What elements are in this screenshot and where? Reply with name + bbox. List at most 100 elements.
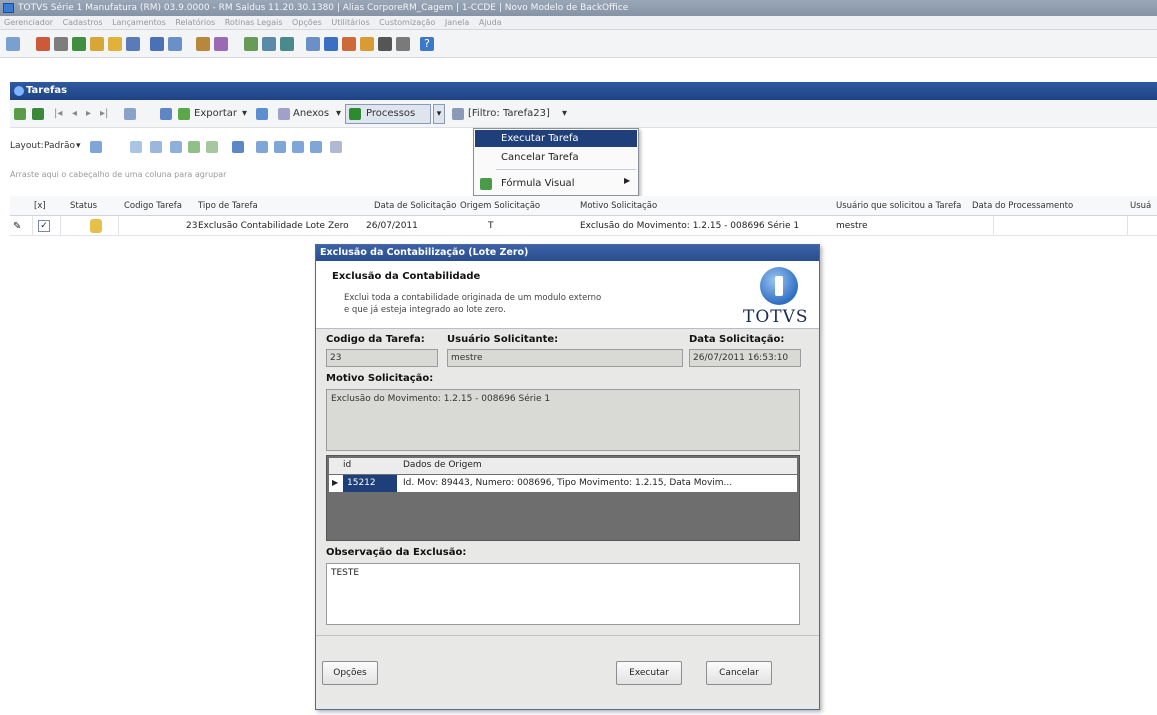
group-by-hint[interactable]: Arraste aqui o cabeçalho de uma coluna p… <box>10 170 226 179</box>
menu-item-utilitarios[interactable]: Utilitários <box>331 18 369 27</box>
usuario-field[interactable]: mestre <box>447 349 683 367</box>
view3-icon[interactable] <box>292 141 304 153</box>
menu-item-lancamentos[interactable]: Lançamentos <box>112 18 166 27</box>
exportar-dropdown-icon[interactable]: ▾ <box>242 108 247 119</box>
origem-row[interactable]: ▶ 15212 Id. Mov: 89443, Numero: 008696, … <box>329 475 797 492</box>
col-origem[interactable]: Origem Solicitação <box>460 201 540 211</box>
motivo-field[interactable]: Exclusão do Movimento: 1.2.15 - 008696 S… <box>326 389 800 451</box>
chart-icon[interactable] <box>168 37 182 51</box>
cut-icon[interactable] <box>36 37 50 51</box>
observacao-field[interactable]: TESTE <box>326 563 800 625</box>
edit-icon[interactable] <box>196 37 210 51</box>
view1-icon[interactable] <box>256 141 268 153</box>
cancelar-button[interactable]: Cancelar <box>706 661 772 685</box>
navigate-icon[interactable] <box>6 37 20 51</box>
form-icon[interactable] <box>160 108 172 120</box>
layout-dropdown-icon[interactable]: ▾ <box>76 141 81 151</box>
percent-icon[interactable] <box>280 37 294 51</box>
calc2-icon[interactable] <box>262 37 276 51</box>
menu-item-cadastros[interactable]: Cadastros <box>63 18 103 27</box>
col-usuario-2[interactable]: Usuá <box>1130 201 1151 211</box>
col-usuario[interactable]: Usuário que solicitou a Tarefa <box>836 201 961 211</box>
column-icon[interactable] <box>130 141 142 153</box>
opcoes-button[interactable]: Opções <box>322 661 378 685</box>
table-row[interactable]: ✎ ✓ 23 Exclusão Contabilidade Lote Zero … <box>10 216 1157 236</box>
dialog-divider <box>316 635 819 636</box>
dialog-title: Exclusão da Contabilização (Lote Zero) <box>316 245 819 261</box>
view2-icon[interactable] <box>274 141 286 153</box>
col-tipo[interactable]: Tipo de Tarefa <box>198 201 258 211</box>
col-codigo[interactable]: Codigo Tarefa <box>124 201 182 211</box>
help-icon[interactable]: ? <box>420 37 434 51</box>
layout-save-icon[interactable] <box>90 141 102 153</box>
new-icon[interactable] <box>14 108 26 120</box>
filter-row-icon[interactable] <box>188 141 200 153</box>
processos-button[interactable]: Processos <box>345 104 431 124</box>
origem-grid-header: id Dados de Origem <box>329 458 797 474</box>
menu-item-gerenciador[interactable]: Gerenciador <box>4 18 53 27</box>
gear-icon[interactable] <box>342 37 356 51</box>
executar-button[interactable]: Executar <box>616 661 682 685</box>
table-icon[interactable] <box>306 37 320 51</box>
cell-data: 26/07/2011 <box>366 221 418 231</box>
col-motivo[interactable]: Motivo Solicitação <box>580 201 657 211</box>
menu-item-rotinas-legais[interactable]: Rotinas Legais <box>225 18 283 27</box>
first-record-icon[interactable]: |◂ <box>54 108 62 119</box>
find-icon[interactable] <box>124 108 136 120</box>
filter-icon[interactable] <box>452 108 464 120</box>
menu-item-janela[interactable]: Janela <box>445 18 469 27</box>
col-status[interactable]: Status <box>70 201 97 211</box>
format-icon[interactable] <box>330 141 342 153</box>
menu-formula-visual[interactable]: Fórmula Visual <box>475 175 637 192</box>
data-field[interactable]: 26/07/2011 16:53:10 <box>689 349 801 367</box>
search-icon[interactable] <box>360 37 374 51</box>
report-icon[interactable] <box>150 37 164 51</box>
row-checkbox[interactable]: ✓ <box>38 220 50 232</box>
attachment-icon[interactable] <box>278 108 290 120</box>
processos-menu: Executar Tarefa Cancelar Tarefa Fórmula … <box>473 128 639 196</box>
tool-icon[interactable] <box>214 37 228 51</box>
codigo-field[interactable]: 23 <box>326 349 438 367</box>
origem-col-dados[interactable]: Dados de Origem <box>403 460 482 470</box>
excel-icon[interactable] <box>256 108 268 120</box>
anexos-button[interactable]: Anexos <box>293 108 329 119</box>
exportar-button[interactable]: Exportar <box>194 108 237 119</box>
coin-icon[interactable] <box>108 37 122 51</box>
filtro-dropdown-icon[interactable]: ▾ <box>562 108 567 119</box>
chart-view-icon[interactable] <box>232 141 244 153</box>
menu-item-customizacao[interactable]: Customização <box>379 18 435 27</box>
col-select[interactable]: [x] <box>34 201 46 211</box>
preview-icon[interactable] <box>206 141 218 153</box>
export-icon[interactable] <box>178 108 190 120</box>
grid-divider <box>118 216 119 236</box>
origem-col-id[interactable]: id <box>343 460 351 470</box>
next-record-icon[interactable]: ▸ <box>86 108 91 119</box>
view4-icon[interactable] <box>310 141 322 153</box>
usuario-label: Usuário Solicitante: <box>447 334 559 345</box>
copy-icon[interactable] <box>54 37 68 51</box>
menu-item-relatorios[interactable]: Relatórios <box>175 18 215 27</box>
menu-cancelar-tarefa[interactable]: Cancelar Tarefa <box>475 149 637 166</box>
prev-record-icon[interactable]: ◂ <box>72 108 77 119</box>
col-data-solicitacao[interactable]: Data de Solicitação <box>374 201 456 211</box>
filtro-button[interactable]: [Filtro: Tarefa23] <box>468 108 550 119</box>
lock-icon[interactable] <box>378 37 392 51</box>
processos-dropdown-icon[interactable]: ▾ <box>433 104 445 124</box>
tree-icon[interactable] <box>72 37 86 51</box>
menu-item-ajuda[interactable]: Ajuda <box>479 18 502 27</box>
anexos-dropdown-icon[interactable]: ▾ <box>336 108 341 119</box>
col-data-processamento[interactable]: Data do Processamento <box>972 201 1073 211</box>
last-record-icon[interactable]: ▸| <box>100 108 108 119</box>
document-icon[interactable] <box>126 37 140 51</box>
folder-icon[interactable] <box>90 37 104 51</box>
sum-icon[interactable] <box>170 141 182 153</box>
calc-icon[interactable] <box>244 37 258 51</box>
layout-select[interactable]: Padrão <box>44 141 75 151</box>
menu-item-opcoes[interactable]: Opções <box>292 18 322 27</box>
grid-icon[interactable] <box>324 37 338 51</box>
refresh-icon[interactable] <box>32 108 44 120</box>
cell-tipo: Exclusão Contabilidade Lote Zero <box>198 221 349 231</box>
window-icon[interactable] <box>396 37 410 51</box>
group-icon[interactable] <box>150 141 162 153</box>
menu-executar-tarefa[interactable]: Executar Tarefa <box>475 130 637 147</box>
